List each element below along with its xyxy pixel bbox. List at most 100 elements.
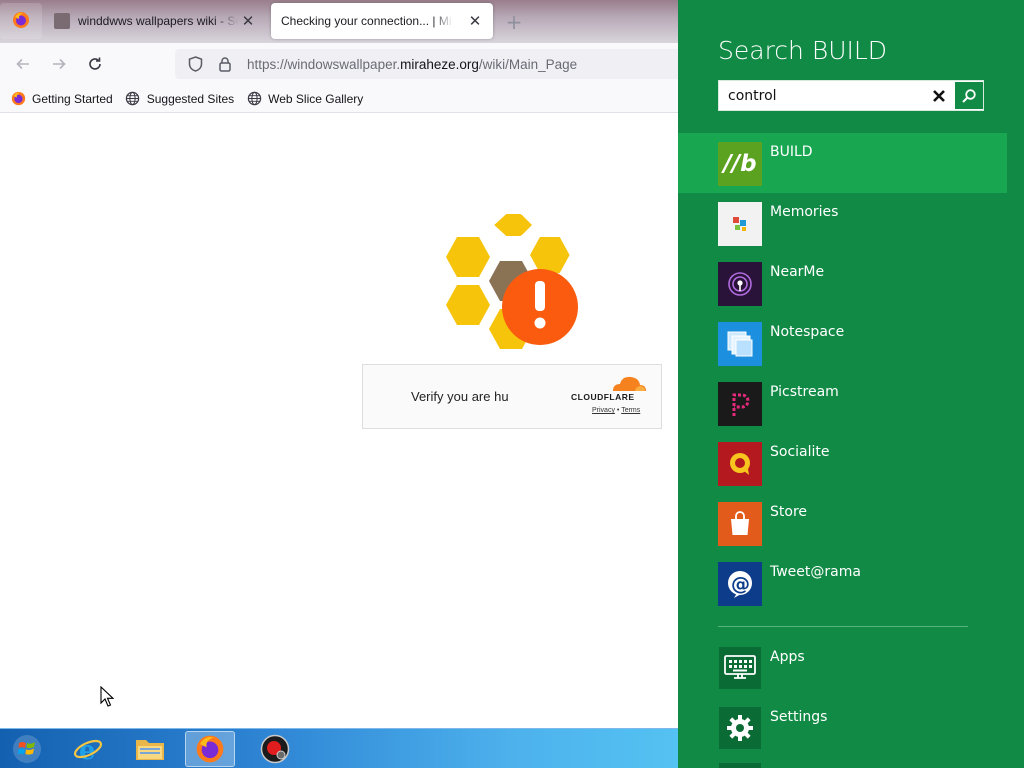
result-label: Store: [770, 504, 808, 520]
globe-icon: [125, 91, 141, 107]
start-button[interactable]: [2, 731, 52, 767]
url-path: /wiki/Main_Page: [478, 56, 578, 72]
result-nearme[interactable]: NearMe: [678, 253, 1024, 313]
reload-icon: [89, 57, 101, 70]
result-tweetarama[interactable]: @ Tweet@rama: [678, 553, 1024, 613]
taskbar: e: [0, 728, 678, 768]
svg-text:@: @: [731, 573, 750, 595]
category-settings[interactable]: Settings: [678, 703, 1024, 763]
internet-explorer-icon: e: [73, 736, 103, 764]
tab-checking-connection[interactable]: Checking your connection... | Mirah ✕: [271, 3, 493, 39]
arrow-right-icon: [53, 58, 66, 70]
result-build[interactable]: //b BUILD: [678, 133, 1007, 193]
tweetarama-icon: @: [718, 562, 762, 606]
address-bar[interactable]: https://windowswallpaper.miraheze.org/wi…: [175, 49, 678, 79]
tab-favicon-icon: [54, 13, 70, 29]
results-divider: [718, 626, 968, 627]
store-icon: [718, 502, 762, 546]
url-domain: miraheze.org: [400, 56, 479, 72]
result-picstream[interactable]: Picstream: [678, 373, 1024, 433]
tab-close-icon[interactable]: ✕: [467, 12, 483, 30]
new-tab-icon[interactable]: +: [504, 10, 524, 34]
result-label: Tweet@rama: [770, 564, 861, 580]
cloudflare-wordmark: CLOUDFLARE: [571, 392, 635, 402]
back-button[interactable]: [10, 51, 36, 77]
firefox-icon: [196, 735, 224, 763]
desktop: winddwws wallpapers wiki - Sea ✕ Checkin…: [0, 0, 1024, 768]
privacy-link[interactable]: Privacy: [592, 407, 615, 414]
tab-wallpapers-wiki[interactable]: winddwws wallpapers wiki - Sea ✕: [44, 3, 266, 39]
result-label: Notespace: [770, 324, 845, 340]
category-label: Settings: [770, 709, 828, 725]
gear-icon: [719, 707, 761, 749]
url-prefix: https://windowswallpaper.: [247, 56, 401, 72]
search-box: [718, 80, 984, 111]
reload-button[interactable]: [82, 51, 108, 77]
browser-window: winddwws wallpapers wiki - Sea ✕ Checkin…: [0, 0, 678, 728]
firefox-icon: [10, 91, 26, 107]
mouse-cursor-icon: [100, 685, 115, 712]
result-label: BUILD: [770, 144, 813, 160]
result-store[interactable]: Store: [678, 493, 1024, 553]
file-explorer-button[interactable]: [125, 731, 175, 767]
result-label: NearMe: [770, 264, 825, 280]
search-results-list: //b BUILD Memories NearMe Notespace Pics…: [678, 133, 1024, 613]
bookmark-label: Getting Started: [32, 91, 113, 106]
search-input[interactable]: [719, 81, 925, 110]
clear-search-button[interactable]: [927, 84, 951, 108]
navigation-toolbar: https://windowswallpaper.miraheze.org/wi…: [0, 43, 678, 85]
category-label: Apps: [770, 649, 805, 665]
globe-icon: [246, 91, 262, 107]
verify-human-label: Verify you are hu: [411, 389, 509, 404]
cloudflare-cloud-icon: [613, 376, 646, 391]
category-apps[interactable]: Apps: [678, 643, 1024, 703]
bookmark-suggested-sites[interactable]: Suggested Sites: [125, 91, 234, 107]
tab-label: winddwws wallpapers wiki - Sea: [78, 14, 238, 28]
build-icon: //b: [718, 142, 762, 186]
result-notespace[interactable]: Notespace: [678, 313, 1024, 373]
connection-error-illustration: [446, 213, 581, 353]
cloudflare-turnstile-widget[interactable]: Verify you are hu CLOUDFLARE Privacy • T…: [362, 364, 662, 429]
tab-close-icon[interactable]: ✕: [240, 12, 256, 30]
link-separator: •: [616, 407, 620, 414]
search-charm-pane: Search BUILD //b BUILD Memories: [678, 0, 1024, 768]
firefox-menu-button[interactable]: [0, 3, 42, 39]
result-label: Memories: [770, 204, 839, 220]
bookmark-web-slice-gallery[interactable]: Web Slice Gallery: [246, 91, 363, 107]
internet-explorer-button[interactable]: e: [63, 731, 113, 767]
cloudflare-links: Privacy • Terms: [592, 407, 640, 414]
close-icon: [933, 90, 945, 102]
tab-label: Checking your connection... | Mirah: [281, 14, 453, 28]
bookmark-label: Suggested Sites: [146, 91, 235, 106]
tracking-protection-icon[interactable]: [185, 56, 205, 72]
result-label: Picstream: [770, 384, 839, 400]
firefox-button[interactable]: [185, 731, 235, 767]
terms-link[interactable]: Terms: [621, 407, 640, 414]
bookmark-getting-started[interactable]: Getting Started: [10, 91, 113, 107]
bookmarks-toolbar: Getting Started Suggested Sites Web Slic…: [0, 85, 678, 113]
page-content: Verify you are hu CLOUDFLARE Privacy • T…: [0, 113, 678, 728]
lock-icon[interactable]: [215, 56, 235, 72]
nearme-icon: [718, 262, 762, 306]
tab-strip: winddwws wallpapers wiki - Sea ✕ Checkin…: [0, 0, 678, 43]
memories-icon: [718, 202, 762, 246]
firefox-icon: [12, 11, 30, 32]
arrow-left-icon: [16, 58, 29, 70]
forward-button[interactable]: [46, 51, 72, 77]
picstream-icon: [718, 382, 762, 426]
result-socialite[interactable]: Socialite: [678, 433, 1024, 493]
result-memories[interactable]: Memories: [678, 193, 1024, 253]
socialite-icon: [718, 442, 762, 486]
notespace-icon: [718, 322, 762, 366]
result-label: Socialite: [770, 444, 830, 460]
keyboard-icon: [719, 647, 761, 689]
recorder-button[interactable]: [250, 731, 300, 767]
search-submit-button[interactable]: [955, 82, 983, 109]
folder-icon: [136, 740, 164, 760]
search-icon: [962, 88, 976, 103]
search-pane-title: Search BUILD: [718, 36, 888, 65]
bookmark-label: Web Slice Gallery: [268, 91, 364, 106]
windows-logo-icon: [13, 735, 41, 763]
url-text[interactable]: https://windowswallpaper.miraheze.org/wi…: [247, 57, 577, 72]
honeycomb-alert-icon: [446, 214, 578, 349]
